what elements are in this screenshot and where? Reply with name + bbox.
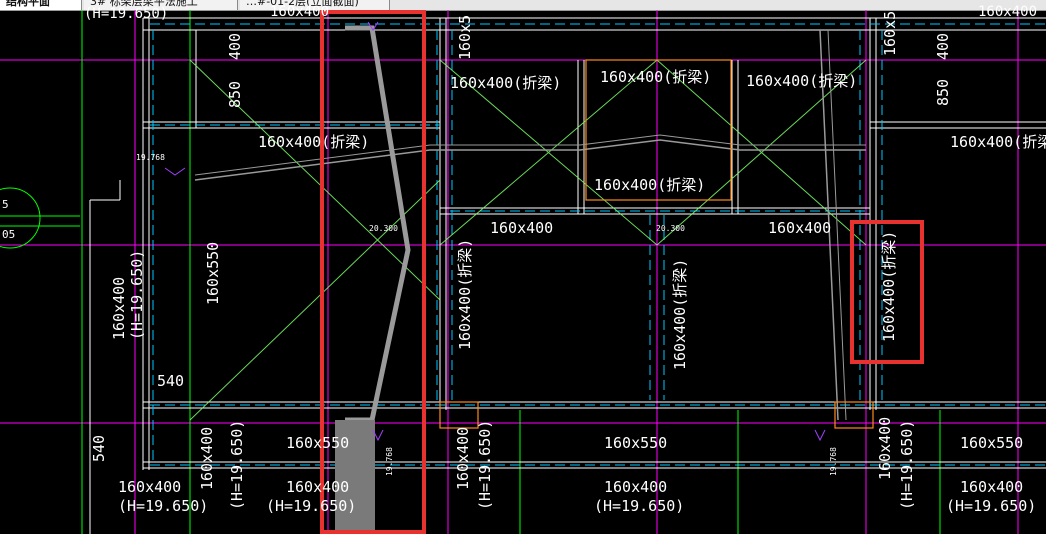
beam-label: (H=19.650) [228, 420, 246, 510]
dimension-label: 850 [934, 79, 952, 106]
beam-label: 160x400(折梁) [450, 74, 561, 92]
beam-label: 160x550 [286, 434, 349, 452]
beam-label: 160x400 [110, 277, 128, 340]
beam-label: 160x5 [881, 11, 899, 56]
beam-label: 160x5 [456, 15, 474, 60]
beam-label: 160x550 [960, 434, 1023, 452]
beam-label: (H=19.650) [128, 250, 146, 340]
beam-label: 160x400(折梁) [456, 239, 474, 350]
elevation-label: 19.768 [136, 153, 165, 162]
beam-label: 160x400 [876, 417, 894, 480]
dimension-label: 540 [90, 435, 108, 462]
beam-label: (H=19.650) [266, 497, 356, 515]
beam-label: 160x400(折梁) [746, 72, 857, 90]
beam-label: 160x550 [604, 434, 667, 452]
beam-label: 160x400 [960, 478, 1023, 496]
beam-label: 160x400(折梁) [594, 176, 705, 194]
elevation-label: 19.768 [385, 447, 394, 476]
elevation-label: 19.768 [829, 447, 838, 476]
beam-label: 160x400 [978, 4, 1037, 20]
dimension-label: 540 [157, 372, 184, 390]
beam-label: 160x550 [204, 242, 222, 305]
fold-beams [194, 25, 866, 530]
beam-label: 160x400 [454, 427, 472, 490]
beam-label: 160x400(折梁) [880, 231, 898, 342]
beam-label: 160x400 [286, 478, 349, 496]
dimension-label: 400 [934, 33, 952, 60]
diagonal-lines [189, 59, 867, 421]
beam-label: 160x400(折梁) [600, 68, 711, 86]
beam-label: 160x400(折梁) [671, 259, 689, 370]
beam-label: (H=19.650) [476, 420, 494, 510]
beam-label: 160x400(折梁) [950, 133, 1046, 151]
dimension-label: 850 [226, 81, 244, 108]
axis-label: 5 [2, 198, 9, 211]
beam-label: 160x400 [768, 219, 831, 237]
elevation-label: 20.300 [369, 224, 398, 233]
beam-label: (H=19.650) [84, 6, 168, 22]
beam-label: (H=19.650) [594, 497, 684, 515]
beam-label: 160x400 [270, 4, 329, 20]
beam-label: 160x400 [490, 219, 553, 237]
annotation-labels: (H=19.650) 160x400 160x400 160x400(折梁) 1… [2, 4, 1046, 515]
beam-label: (H=19.650) [118, 497, 208, 515]
beam-label: 160x400 [118, 478, 181, 496]
dimension-label: 400 [226, 33, 244, 60]
axis-label: 05 [2, 228, 15, 241]
cad-drawing-canvas[interactable]: (H=19.650) 160x400 160x400 160x400(折梁) 1… [0, 0, 1046, 534]
elevation-label: 20.300 [656, 224, 685, 233]
beam-label: 160x400 [604, 478, 667, 496]
beam-label: (H=19.650) [898, 420, 916, 510]
beam-label: 160x400(折梁) [258, 133, 369, 151]
beam-label: (H=19.650) [946, 497, 1036, 515]
beam-label: 160x400 [198, 427, 216, 490]
